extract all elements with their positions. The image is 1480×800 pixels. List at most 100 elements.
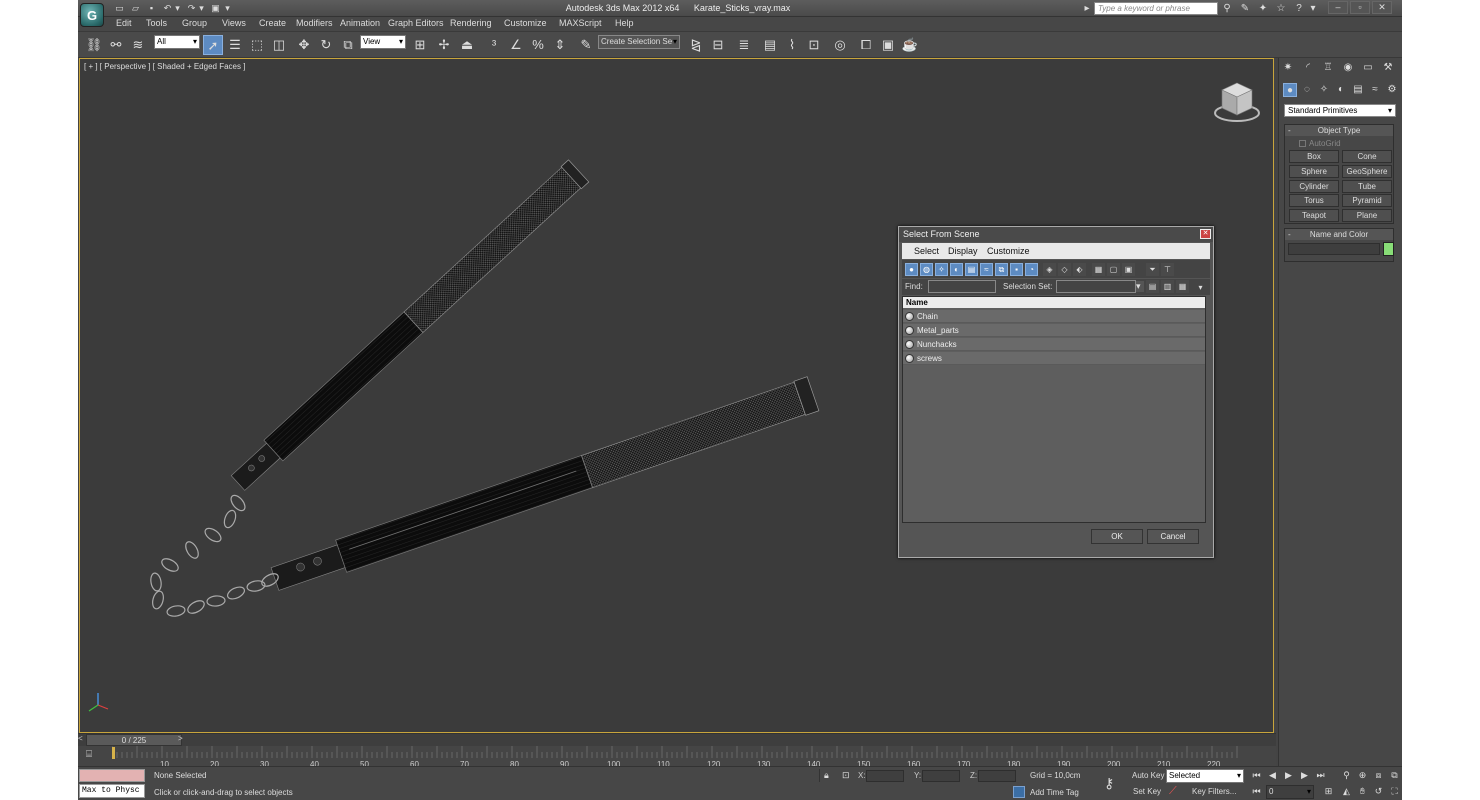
- search-expand-icon[interactable]: ▸: [1080, 2, 1094, 15]
- project-folder-icon[interactable]: ▣: [210, 3, 221, 14]
- snaps-toggle-icon[interactable]: ³: [484, 35, 504, 55]
- shapes-icon[interactable]: ◌: [1300, 83, 1314, 97]
- help-dropdown-icon[interactable]: ▾: [1306, 2, 1320, 15]
- zoom-icon[interactable]: ⚲: [1340, 769, 1353, 782]
- menu-graph-editors[interactable]: Graph Editors: [388, 18, 444, 28]
- save-selection-set-icon[interactable]: ▤: [1146, 280, 1159, 293]
- dialog-menu-display[interactable]: Display: [948, 246, 978, 256]
- help-icon[interactable]: ?: [1292, 2, 1306, 15]
- viewcube-icon[interactable]: [1212, 77, 1262, 127]
- find-input[interactable]: [928, 280, 996, 293]
- orbit-icon[interactable]: ↺: [1372, 785, 1385, 798]
- zoom-extents-icon[interactable]: ⧈: [1372, 769, 1385, 782]
- graphite-tools-icon[interactable]: ▤: [760, 35, 780, 55]
- undo-dropdown-icon[interactable]: ▾: [172, 3, 183, 14]
- render-production-icon[interactable]: ☕: [900, 35, 920, 55]
- time-slider-prev-icon[interactable]: <: [78, 734, 86, 746]
- display-shapes-icon[interactable]: ◍: [920, 263, 933, 276]
- menu-customize[interactable]: Customize: [504, 18, 547, 28]
- edit-named-selection-icon[interactable]: ✎: [576, 35, 596, 55]
- z-coordinate-field[interactable]: [978, 770, 1016, 782]
- y-coordinate-field[interactable]: [922, 770, 960, 782]
- time-slider-next-icon[interactable]: >: [178, 734, 186, 746]
- scale-icon[interactable]: ⧉: [338, 35, 358, 55]
- teapot-button[interactable]: Teapot: [1289, 209, 1339, 222]
- name-and-color-header[interactable]: Name and Color: [1285, 229, 1393, 240]
- pyramid-button[interactable]: Pyramid: [1342, 194, 1392, 207]
- display-tab-icon[interactable]: ▭: [1361, 61, 1375, 75]
- zoom-extents-all-icon[interactable]: ⧉: [1388, 769, 1401, 782]
- select-all-icon[interactable]: ▦: [1092, 263, 1105, 276]
- ok-button[interactable]: OK: [1091, 529, 1143, 544]
- layer-manager-icon[interactable]: ≣: [734, 35, 754, 55]
- move-icon[interactable]: ✥: [294, 35, 314, 55]
- close-button[interactable]: ✕: [1372, 1, 1392, 14]
- motion-tab-icon[interactable]: ◉: [1341, 61, 1355, 75]
- link-icon[interactable]: ⛓: [84, 35, 104, 55]
- menu-group[interactable]: Group: [182, 18, 207, 28]
- go-to-end-icon[interactable]: ⏭: [1314, 769, 1327, 782]
- select-manipulate-icon[interactable]: ✢: [434, 35, 454, 55]
- display-cameras-icon[interactable]: ◐: [950, 263, 963, 276]
- rotate-icon[interactable]: ↻: [316, 35, 336, 55]
- chain-model[interactable]: [150, 493, 281, 618]
- field-of-view-icon[interactable]: ◭: [1340, 785, 1353, 798]
- key-icon[interactable]: ⟋: [1169, 785, 1177, 798]
- display-geometry-icon[interactable]: ●: [905, 263, 918, 276]
- quick-access-dropdown-icon[interactable]: ▾: [222, 3, 233, 14]
- plane-button[interactable]: Plane: [1342, 209, 1392, 222]
- menu-tools[interactable]: Tools: [146, 18, 167, 28]
- window-crossing-icon[interactable]: ◫: [269, 35, 289, 55]
- display-none-icon[interactable]: ◇: [1058, 263, 1071, 276]
- angle-snap-icon[interactable]: ∠: [506, 35, 526, 55]
- curve-editor-icon[interactable]: ⌇: [782, 35, 802, 55]
- maxscript-input[interactable]: Max to Physc: [79, 784, 145, 798]
- favorites-icon[interactable]: ☆: [1274, 2, 1288, 15]
- sphere-button[interactable]: Sphere: [1289, 165, 1339, 178]
- redo-dropdown-icon[interactable]: ▾: [196, 3, 207, 14]
- keyboard-shortcut-override-icon[interactable]: ⏏: [457, 35, 477, 55]
- display-groups-icon[interactable]: ⧉: [995, 263, 1008, 276]
- menu-create[interactable]: Create: [259, 18, 286, 28]
- absolute-mode-icon[interactable]: ⊡: [842, 770, 850, 781]
- helpers-icon[interactable]: ▤: [1351, 83, 1365, 97]
- select-invert-icon[interactable]: ▣: [1122, 263, 1135, 276]
- set-key-button[interactable]: Set Key: [1133, 787, 1161, 796]
- geometry-icon[interactable]: ●: [1283, 83, 1297, 97]
- rectangular-region-icon[interactable]: ⬚: [247, 35, 267, 55]
- auto-key-button[interactable]: Auto Key: [1132, 771, 1164, 780]
- go-to-start-icon[interactable]: ⏮: [1250, 769, 1263, 782]
- filter-icon[interactable]: ⏷: [1146, 263, 1159, 276]
- edit-selection-set-icon[interactable]: ▦: [1176, 280, 1189, 293]
- bind-space-warp-icon[interactable]: ≋: [128, 35, 148, 55]
- object-color-swatch[interactable]: [1383, 242, 1394, 256]
- zoom-all-icon[interactable]: ⊕: [1356, 769, 1369, 782]
- hierarchy-tab-icon[interactable]: ♖: [1321, 61, 1335, 75]
- spinner-snap-icon[interactable]: ⇕: [550, 35, 570, 55]
- render-setup-icon[interactable]: ⧠: [856, 35, 876, 55]
- key-mode-toggle-icon[interactable]: ⏮: [1250, 785, 1263, 798]
- lights-icon[interactable]: ✧: [1317, 83, 1331, 97]
- systems-icon[interactable]: ⚙: [1385, 83, 1399, 97]
- open-file-icon[interactable]: ▱: [130, 3, 141, 14]
- cone-button[interactable]: Cone: [1342, 150, 1392, 163]
- time-configuration-icon[interactable]: ⊞: [1322, 785, 1335, 798]
- object-type-header[interactable]: Object Type: [1285, 125, 1393, 136]
- cameras-icon[interactable]: ◐: [1334, 83, 1348, 97]
- list-item[interactable]: Chain: [903, 310, 1205, 323]
- menu-rendering[interactable]: Rendering: [450, 18, 492, 28]
- geosphere-button[interactable]: GeoSphere: [1342, 165, 1392, 178]
- maxscript-listener-mini[interactable]: [79, 769, 145, 782]
- app-logo[interactable]: G: [80, 3, 104, 27]
- display-invert-icon[interactable]: ⬖: [1073, 263, 1086, 276]
- tube-button[interactable]: Tube: [1342, 180, 1392, 193]
- list-item[interactable]: screws: [903, 352, 1205, 365]
- align-icon[interactable]: ⊟: [708, 35, 728, 55]
- create-tab-icon[interactable]: ✷: [1281, 61, 1295, 75]
- select-object-icon[interactable]: ➚: [203, 35, 223, 55]
- space-warps-icon[interactable]: ≈: [1368, 83, 1382, 97]
- stick-lower[interactable]: [269, 376, 820, 596]
- modify-tab-icon[interactable]: ◜: [1301, 61, 1315, 75]
- reference-coordinate-dropdown[interactable]: View: [360, 35, 406, 49]
- column-header-name[interactable]: Name: [903, 297, 1205, 308]
